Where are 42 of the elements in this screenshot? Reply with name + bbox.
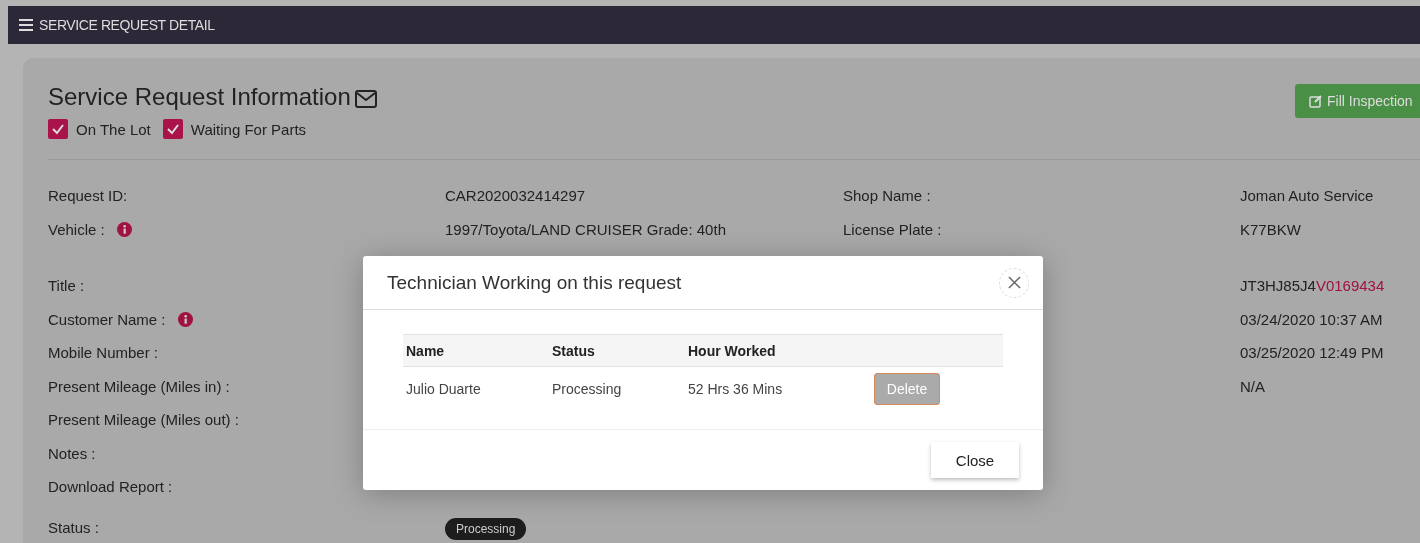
envelope-icon[interactable] (354, 89, 377, 108)
column-header: Hour Worked (688, 342, 776, 359)
field-label: Title : (48, 276, 85, 296)
field-value: 1997/Toyota/LAND CRUISER Grade: 40th (445, 219, 726, 240)
section-title: Service Request Information (48, 83, 351, 111)
field-value: K77BKW (1240, 220, 1301, 238)
info-icon[interactable] (177, 311, 193, 327)
field-value: 03/25/2020 12:49 PM (1240, 344, 1384, 361)
field-label: Present Mileage (Miles out) : (48, 410, 239, 430)
modal-title: Technician Working on this request (387, 271, 682, 294)
status-badge: Processing (445, 517, 527, 540)
field-label: Vehicle : (48, 219, 105, 240)
table-cell: 52 Hrs 36 Mins (688, 381, 783, 397)
field-label: License Plate : (843, 219, 942, 240)
field-label: Status : (48, 517, 99, 538)
field-label: Notes : (48, 443, 96, 464)
field-value: N/A (1240, 377, 1265, 395)
info-icon[interactable] (116, 221, 132, 237)
field-value: JT3HJ85J4V0169434 (1240, 277, 1385, 294)
checkbox-label: On The Lot (76, 120, 151, 138)
field-label: Download Report : (48, 477, 173, 497)
field-value: 03/24/2020 10:37 AM (1240, 310, 1383, 328)
table-cell: Julio Duarte (406, 381, 481, 397)
field-label: Request ID: (48, 186, 128, 206)
field-label: Mobile Number : (48, 343, 159, 363)
column-header: Status (552, 342, 595, 359)
checkbox-label: Waiting For Parts (190, 120, 307, 138)
field-value: Joman Auto Service (1240, 187, 1374, 204)
page-title: SERVICE REQUEST DETAIL (39, 17, 215, 33)
menu-icon[interactable] (19, 19, 33, 31)
table-cell: Processing (552, 381, 622, 397)
field-label: Shop Name : (843, 186, 931, 206)
delete-button[interactable]: Delete (874, 373, 940, 405)
close-button[interactable]: Close (931, 442, 1019, 478)
field-value: CAR2020032414297 (445, 186, 586, 206)
field-label: Present Mileage (Miles in) : (48, 376, 230, 397)
field-label: Customer Name : (48, 309, 166, 330)
column-header: Name (406, 342, 445, 359)
checkbox[interactable] (162, 119, 183, 139)
checkbox[interactable] (48, 119, 68, 139)
edit-icon (1309, 94, 1323, 108)
fill-inspection-button[interactable]: Fill Inspection (1295, 84, 1420, 118)
